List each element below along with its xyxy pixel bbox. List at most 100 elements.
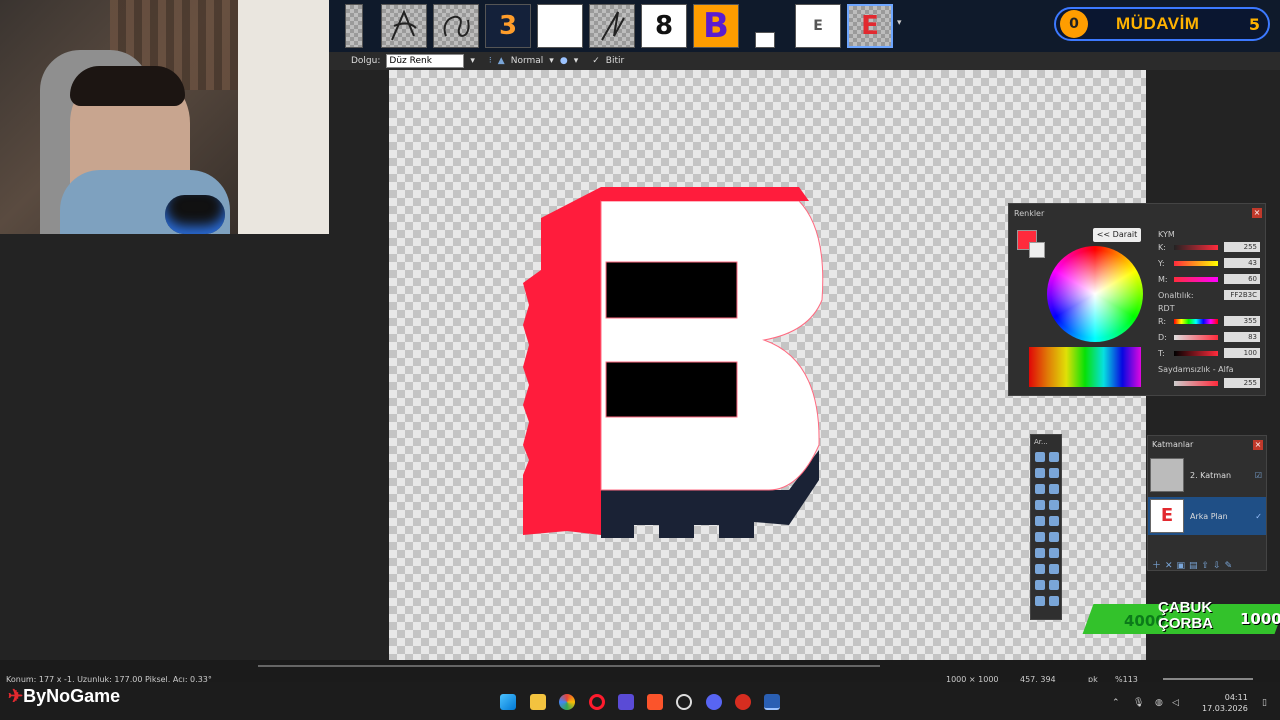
text-tool-icon[interactable] <box>1035 580 1045 590</box>
r-slider[interactable] <box>1174 318 1218 324</box>
thumb-sketch-4[interactable] <box>589 4 635 48</box>
colors-panel: Renkler × << Darait KYM K: 255 Y: 43 M: … <box>1008 203 1266 396</box>
thumb-sketch-3[interactable] <box>433 4 479 48</box>
stream-promo-overlay: 4000 ÇABUKÇORBA 10000 <box>1082 598 1280 638</box>
paint-net-icon[interactable] <box>764 694 780 710</box>
file-explorer-icon[interactable] <box>530 694 546 710</box>
pencil-tool-icon[interactable] <box>1035 548 1045 558</box>
gradient-tool-icon[interactable] <box>1049 516 1059 526</box>
visibility-checkbox-icon[interactable]: ☑ <box>1255 471 1262 480</box>
k-slider[interactable] <box>1174 244 1218 250</box>
layer-actions-toolbar[interactable]: ＋✕▣▤⇧⇩✎ <box>1152 558 1236 571</box>
upper-hole <box>605 261 738 319</box>
close-icon[interactable]: × <box>1252 208 1262 218</box>
chevron-down-icon[interactable]: ▾ <box>549 56 554 66</box>
d-slider[interactable] <box>1174 334 1218 340</box>
brave-icon[interactable] <box>647 694 663 710</box>
blend-mode-icon: ▲ <box>497 56 505 66</box>
t-input[interactable]: 100 <box>1224 348 1260 358</box>
alpha-section-label: Saydamsızlık - Alfa <box>1158 365 1234 374</box>
eraser-tool-icon[interactable] <box>1049 532 1059 542</box>
alpha-input[interactable]: 255 <box>1224 378 1260 388</box>
layer-name: Arka Plan <box>1190 511 1228 521</box>
network-icon[interactable]: ◍ <box>1155 698 1165 708</box>
brush-tool-icon[interactable] <box>1035 532 1045 542</box>
system-clock[interactable]: 04:11 17.03.2026 <box>1202 692 1248 714</box>
lasso-tool-icon[interactable] <box>1035 468 1045 478</box>
color-palette[interactable] <box>1029 347 1141 387</box>
antialias-icon[interactable]: ⁝ <box>489 56 492 66</box>
y-slider[interactable] <box>1174 260 1218 266</box>
zoom-tool-icon[interactable] <box>1049 484 1059 494</box>
chevron-up-icon[interactable]: ⌃ <box>1112 698 1122 708</box>
layer-item[interactable]: E Arka Plan ✓ <box>1148 497 1266 535</box>
recolor-tool-icon[interactable] <box>1035 564 1045 574</box>
m-slider[interactable] <box>1174 276 1218 282</box>
shapes-tool-icon[interactable] <box>1035 596 1045 606</box>
chatgpt-icon[interactable] <box>676 694 692 710</box>
thumb-small-white[interactable] <box>755 32 775 48</box>
rank-number: 5 <box>1248 14 1260 34</box>
layer-name: 2. Katman <box>1190 470 1232 480</box>
white-b-face <box>600 200 824 491</box>
secondary-color-swatch[interactable] <box>1029 242 1045 258</box>
layers-panel: Katmanlar × 2. Katman ☑ E Arka Plan ✓ ＋✕… <box>1147 435 1267 571</box>
d-row: D: 83 <box>1158 332 1260 342</box>
fill-select[interactable]: Düz Renk <box>386 54 465 68</box>
tools-panel: Ar... <box>1030 434 1062 620</box>
selection-quality-icon[interactable]: ● <box>560 56 568 66</box>
tabs-dropdown-icon[interactable]: ▾ <box>897 18 902 28</box>
volume-icon[interactable]: ◁ <box>1172 698 1182 708</box>
zoom-slider[interactable] <box>1163 678 1253 680</box>
y-input[interactable]: 43 <box>1224 258 1260 268</box>
thumb-blank[interactable] <box>537 4 583 48</box>
pan-tool-icon[interactable] <box>1049 500 1059 510</box>
horizontal-scrollbar[interactable] <box>258 665 880 667</box>
alpha-slider[interactable] <box>1174 380 1218 386</box>
blend-mode-select[interactable]: Normal <box>511 56 544 66</box>
microphone-icon[interactable]: 🎙 <box>1133 698 1144 708</box>
close-icon[interactable]: × <box>1253 440 1263 450</box>
discord-icon[interactable] <box>706 694 722 710</box>
rectangle-select-tool-icon[interactable] <box>1035 452 1045 462</box>
thumb-letter-e-active[interactable]: E <box>847 4 893 48</box>
opera-icon[interactable] <box>589 694 605 710</box>
finish-button[interactable]: Bitir <box>606 56 624 66</box>
collapse-button[interactable]: << Darait <box>1093 228 1141 242</box>
app-icon[interactable] <box>735 694 751 710</box>
thumb-b-orange[interactable]: 3 <box>485 4 531 48</box>
t-slider[interactable] <box>1174 350 1218 356</box>
line-tool-icon[interactable] <box>1049 580 1059 590</box>
r-input[interactable]: 355 <box>1224 316 1260 326</box>
move-selection-icon[interactable] <box>1049 468 1059 478</box>
notification-icon[interactable]: ▯ <box>1262 698 1272 708</box>
thumb-b-purple[interactable]: B <box>693 4 739 48</box>
ellipse-select-icon[interactable] <box>1035 484 1045 494</box>
thumb-b-dots[interactable]: 8 <box>641 4 687 48</box>
start-icon[interactable] <box>500 694 516 710</box>
hex-input[interactable]: FF2B3C <box>1224 290 1260 300</box>
thumb-letter-e[interactable]: E <box>795 4 841 48</box>
move-tool-icon[interactable] <box>1049 452 1059 462</box>
visibility-checkbox-icon[interactable]: ✓ <box>1255 512 1262 521</box>
paint-bucket-icon[interactable] <box>1035 516 1045 526</box>
magic-wand-icon[interactable] <box>1035 500 1045 510</box>
bynogame-logo: ✈ByNoGame <box>8 686 121 706</box>
layer-item[interactable]: 2. Katman ☑ <box>1148 456 1266 494</box>
k-input[interactable]: 255 <box>1224 242 1260 252</box>
thumb-sketch-1[interactable] <box>345 4 363 48</box>
layers-panel-title: Katmanlar <box>1152 440 1194 449</box>
app-icon[interactable] <box>618 694 634 710</box>
chrome-icon[interactable] <box>559 694 575 710</box>
chevron-down-icon[interactable]: ▾ <box>574 56 579 66</box>
d-input[interactable]: 83 <box>1224 332 1260 342</box>
freeform-tool-icon[interactable] <box>1049 596 1059 606</box>
thumb-sketch-2[interactable] <box>381 4 427 48</box>
color-wheel[interactable] <box>1047 246 1143 342</box>
m-input[interactable]: 60 <box>1224 274 1260 284</box>
color-picker-icon[interactable] <box>1049 564 1059 574</box>
microphone <box>165 195 225 234</box>
kym-section-label: KYM <box>1158 230 1175 239</box>
clone-stamp-icon[interactable] <box>1049 548 1059 558</box>
chevron-down-icon[interactable]: ▾ <box>470 56 475 66</box>
